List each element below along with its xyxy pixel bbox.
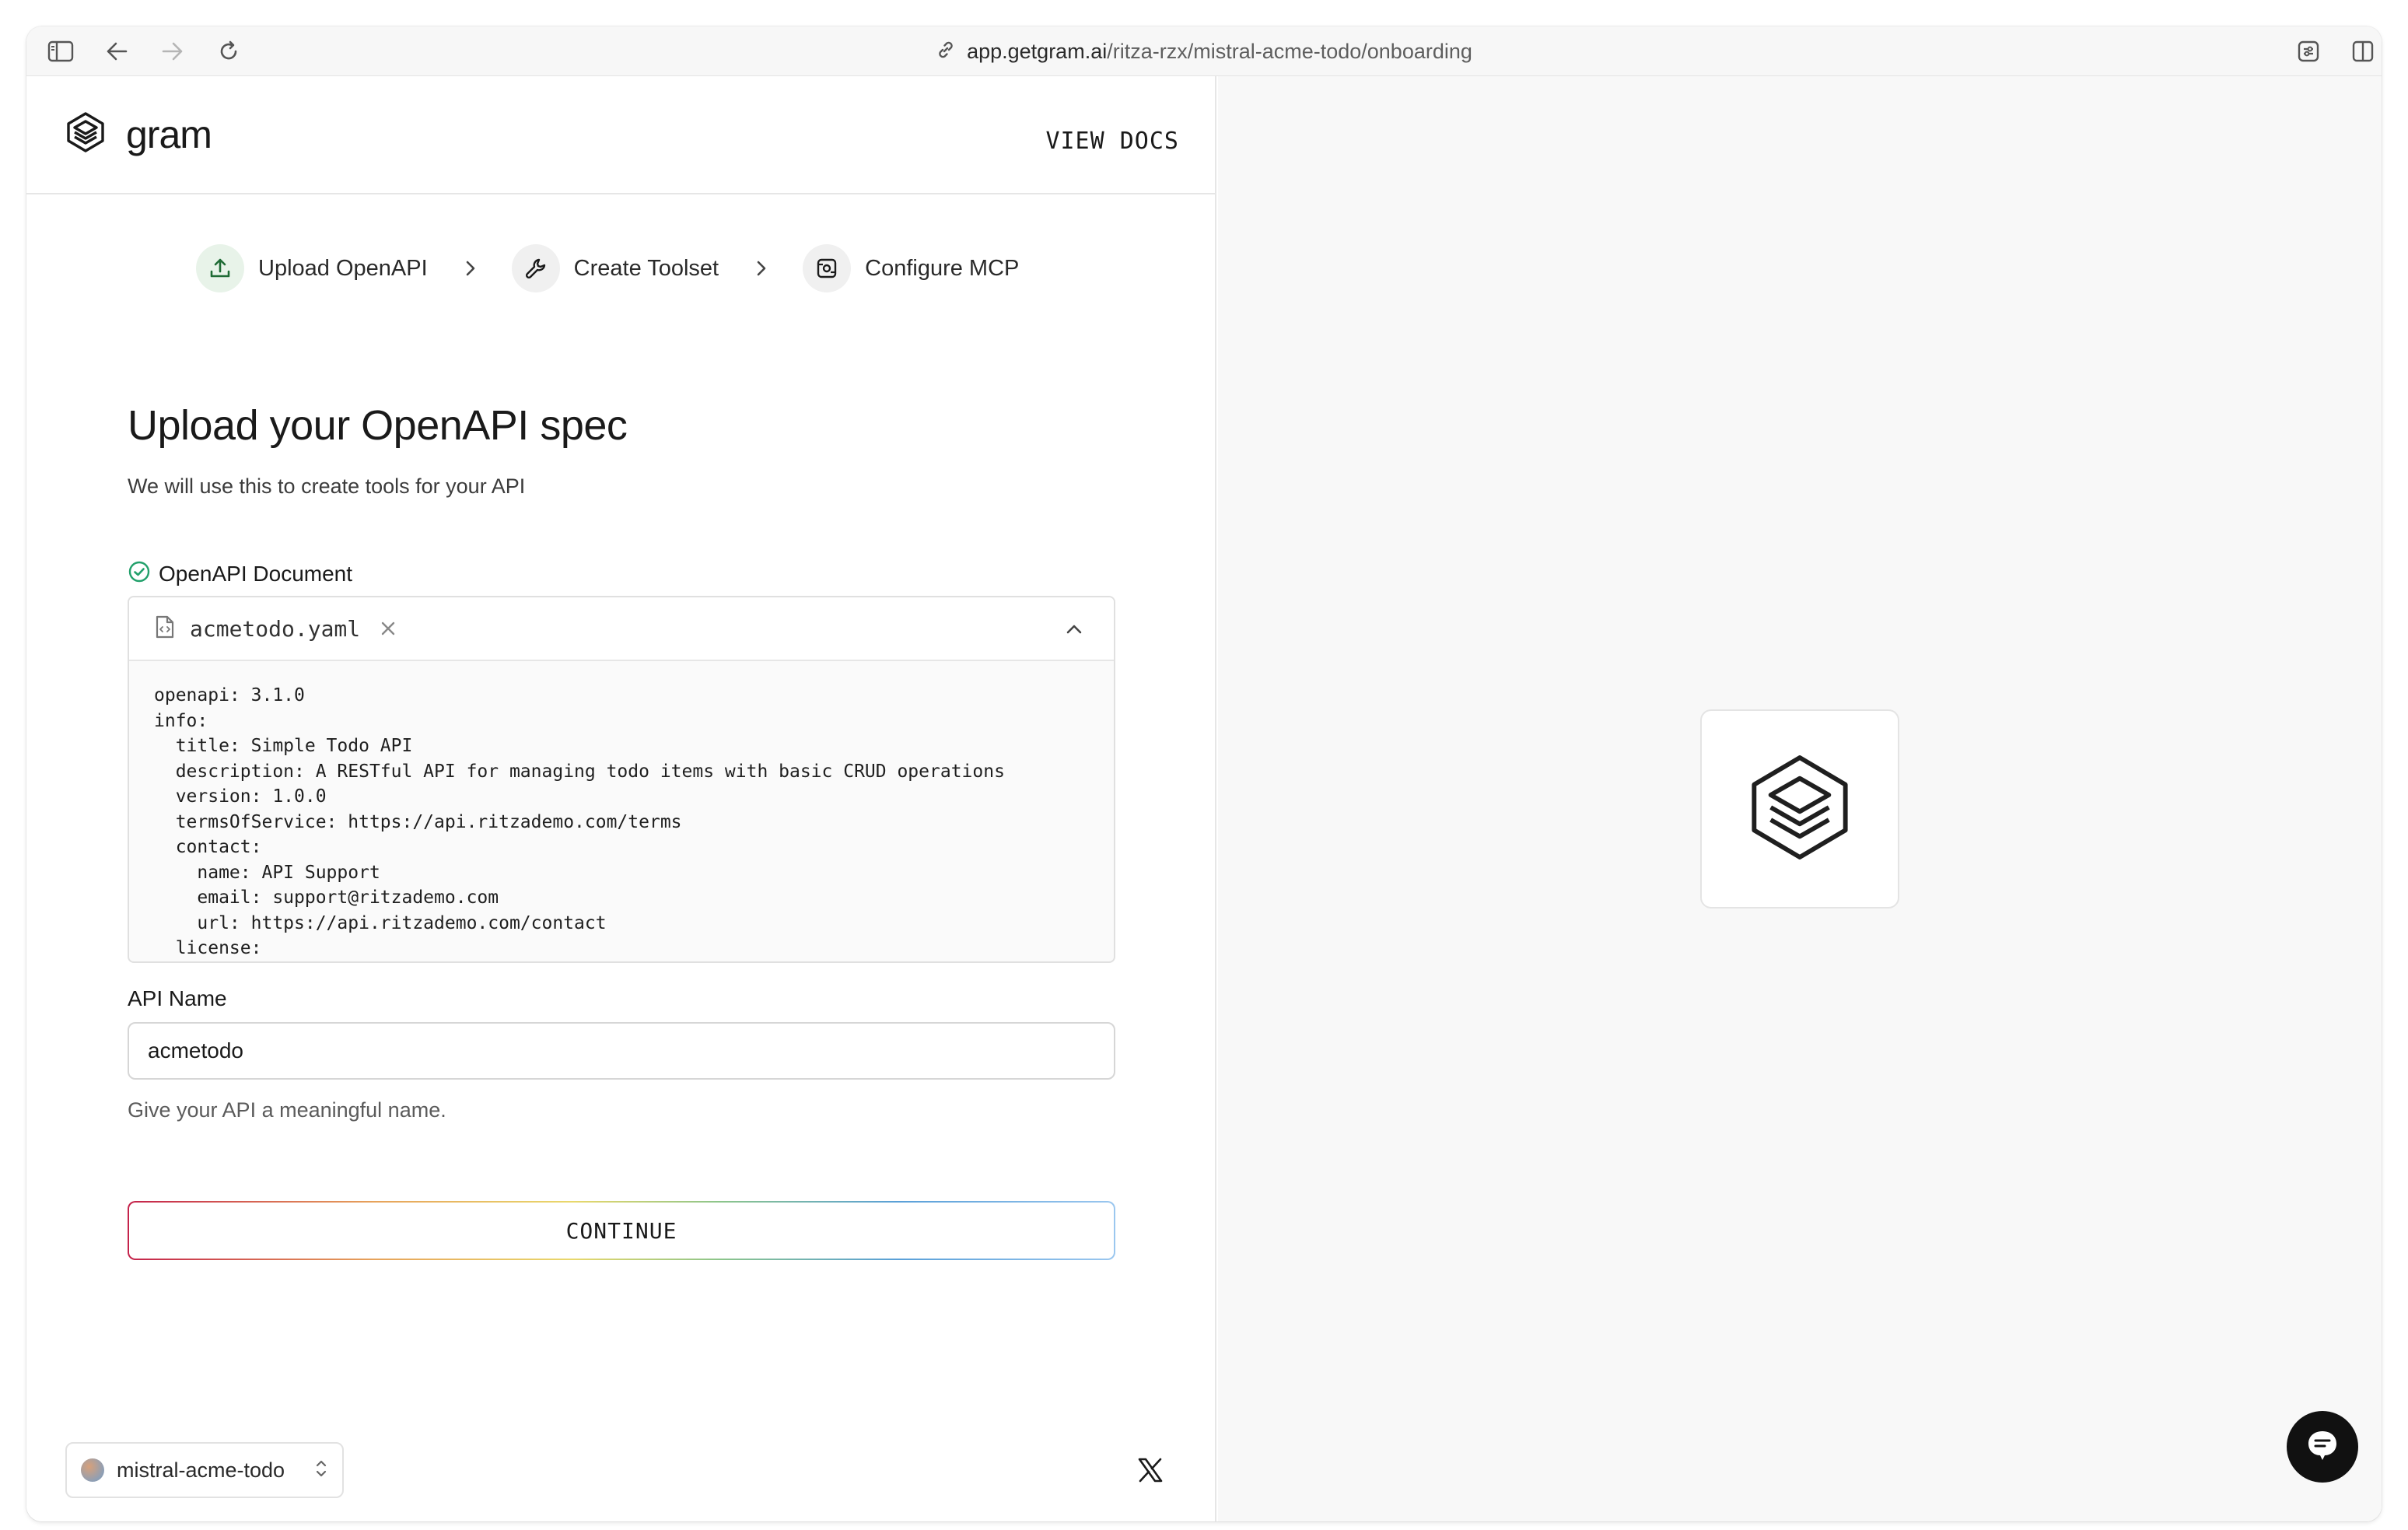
onboarding-stepper: Upload OpenAPI Create Toolset Configure … [196,244,1019,292]
continue-button[interactable]: CONTINUE [128,1201,1115,1260]
chat-icon [2305,1427,2340,1467]
project-name: mistral-acme-todo [117,1458,285,1482]
project-switcher[interactable]: mistral-acme-todo [65,1442,344,1498]
view-docs-link[interactable]: VIEW DOCS [1045,128,1179,155]
chat-support-button[interactable] [2287,1411,2358,1483]
step-upload-openapi[interactable]: Upload OpenAPI [196,244,428,292]
wrench-icon [511,244,560,292]
preview-logo-card [1700,709,1899,909]
code-line: name: API Support [154,862,380,883]
url-path: /ritza-rzx/mistral-acme-todo/onboarding [1107,39,1472,63]
brand-logo[interactable]: gram [62,109,212,159]
openapi-code-preview: openapi: 3.1.0 info: title: Simple Todo A… [129,661,1114,961]
browser-window: app.getgram.ai/ritza-rzx/mistral-acme-to… [26,26,2382,1521]
link-icon [936,40,956,64]
file-name: acmetodo.yaml [190,615,361,642]
onboarding-panel: gram VIEW DOCS Upload OpenAPI Create Too… [26,76,1216,1521]
url-text: app.getgram.ai/ritza-rzx/mistral-acme-to… [967,40,1472,64]
upload-icon [196,244,244,292]
url-host: app.getgram.ai [967,39,1108,63]
page-subtitle: We will use this to create tools for you… [128,474,526,498]
code-line: license: [154,938,262,958]
code-line: description: A RESTful API for managing … [154,761,1005,782]
document-label-row: OpenAPI Document [128,560,352,587]
split-view-icon[interactable] [2349,37,2377,65]
code-line: title: Simple Todo API [154,736,413,756]
step-label: Upload OpenAPI [258,255,428,281]
step-label: Configure MCP [865,255,1020,281]
address-bar[interactable]: app.getgram.ai/ritza-rzx/mistral-acme-to… [26,26,2382,76]
chevron-up-down-icon [314,1457,328,1484]
project-avatar [81,1458,104,1482]
preview-panel [1218,76,2382,1521]
step-create-toolset[interactable]: Create Toolset [511,244,719,292]
openapi-file-panel: acmetodo.yaml openapi: 3.1.0 info: title:… [128,596,1115,963]
page-title: Upload your OpenAPI spec [128,402,628,449]
continue-button-label: CONTINUE [129,1203,1114,1259]
file-header[interactable]: acmetodo.yaml [129,597,1114,661]
remove-file-icon[interactable] [379,619,397,638]
api-name-label: API Name [128,986,227,1010]
x-twitter-icon[interactable] [1137,1458,1164,1486]
extension-icon[interactable] [2294,37,2322,65]
api-name-helper: Give your API a meaningful name. [128,1098,446,1122]
gram-logo-icon [62,109,109,159]
code-line: url: https://api.ritzademo.com/contact [154,912,607,933]
app-header: gram VIEW DOCS [26,76,1215,194]
code-line: openapi: 3.1.0 [154,685,305,705]
code-line: info: [154,710,208,731]
document-label: OpenAPI Document [159,561,353,586]
gram-logo-icon [1738,745,1862,874]
step-configure-mcp[interactable]: Configure MCP [803,244,1019,292]
chevron-up-icon[interactable] [1064,619,1084,643]
step-label: Create Toolset [573,255,719,281]
chevron-right-icon [754,259,768,278]
api-name-input[interactable] [128,1022,1115,1080]
chevron-right-icon [464,259,478,278]
mcp-icon [803,244,852,292]
brand-name: gram [126,112,212,156]
code-line: email: support@ritzademo.com [154,888,499,908]
browser-toolbar: app.getgram.ai/ritza-rzx/mistral-acme-to… [26,26,2382,76]
code-line: version: 1.0.0 [154,786,327,807]
code-line: termsOfService: https://api.ritzademo.co… [154,811,682,832]
check-circle-icon [128,560,151,587]
code-file-icon [154,614,176,643]
code-line: contact: [154,837,262,857]
